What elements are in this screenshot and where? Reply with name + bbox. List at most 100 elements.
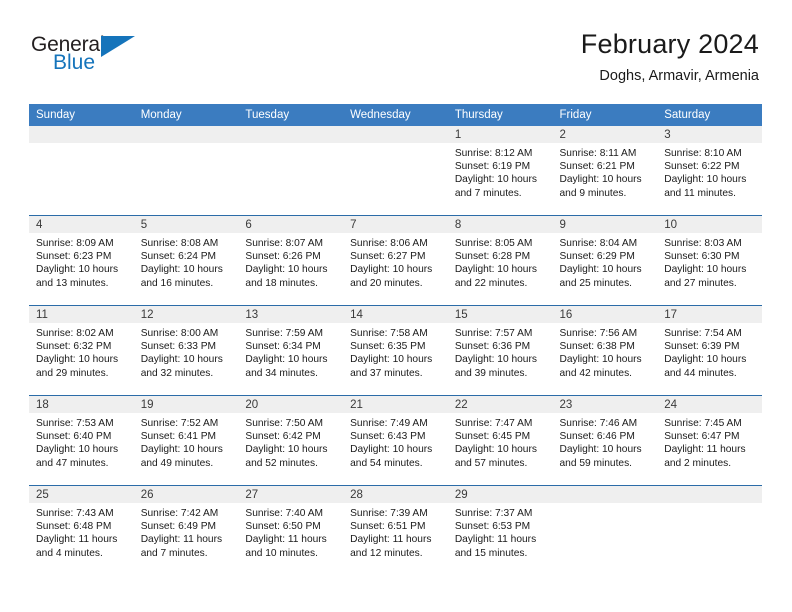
weekday-header-friday: Friday — [552, 104, 658, 126]
sunset-text: Sunset: 6:29 PM — [559, 251, 635, 263]
day-details: Sunrise: 7:40 AM Sunset: 6:50 PM Daylight:… — [238, 503, 343, 560]
calendar-cell[interactable] — [133, 126, 239, 216]
brand-logo[interactable]: General Blue — [31, 34, 151, 82]
day-number: 7 — [343, 216, 448, 233]
daylight-text-line1: Daylight: 10 hours — [454, 354, 537, 366]
sunrise-text: Sunrise: 7:40 AM — [245, 508, 323, 519]
triangle-logo-icon — [101, 36, 135, 57]
calendar-cell[interactable]: 10 Sunrise: 8:03 AM Sunset: 6:30 PM Dayligh… — [657, 215, 762, 306]
weekday-header-monday: Monday — [133, 104, 239, 126]
calendar-cell[interactable]: 25 Sunrise: 7:43 AM Sunset: 6:48 PM Dayligh… — [29, 485, 134, 575]
sunrise-text: Sunrise: 7:52 AM — [140, 418, 219, 429]
calendar-cell[interactable]: 14 Sunrise: 7:58 AM Sunset: 6:35 PM Dayligh… — [343, 305, 448, 396]
calendar-cell[interactable]: 1 Sunrise: 8:12 AM Sunset: 6:19 PM Daylight… — [447, 126, 553, 216]
calendar-cell[interactable]: 20 Sunrise: 7:50 AM Sunset: 6:42 PM Dayligh… — [238, 395, 344, 486]
calendar-cell[interactable]: 5 Sunrise: 8:08 AM Sunset: 6:24 PM Daylight… — [133, 215, 239, 306]
sunset-text: Sunset: 6:21 PM — [559, 161, 635, 173]
calendar-cell[interactable]: 7 Sunrise: 8:06 AM Sunset: 6:27 PM Daylight… — [343, 215, 448, 306]
sunset-text: Sunset: 6:42 PM — [245, 431, 321, 443]
daylight-text-line2: and 42 minutes. — [559, 367, 633, 379]
calendar-cell[interactable]: 16 Sunrise: 7:56 AM Sunset: 6:38 PM Dayligh… — [552, 305, 658, 396]
calendar-cell[interactable]: 17 Sunrise: 7:54 AM Sunset: 6:39 PM Dayligh… — [657, 305, 762, 396]
daylight-text-line1: Daylight: 10 hours — [36, 264, 119, 276]
calendar-page: General Blue February 2024 Doghs, Armavi… — [0, 0, 792, 612]
sunrise-sunset-calendar: Sunday Monday Tuesday Wednesday Thursday… — [29, 104, 762, 575]
daylight-text-line2: and 15 minutes. — [454, 547, 528, 559]
sunrise-text: Sunrise: 7:57 AM — [454, 328, 533, 339]
day-number: 22 — [447, 396, 553, 413]
calendar-cell[interactable] — [29, 126, 134, 216]
daylight-text-line2: and 52 minutes. — [245, 457, 318, 469]
calendar-cell[interactable]: 15 Sunrise: 7:57 AM Sunset: 6:36 PM Dayligh… — [447, 305, 553, 396]
calendar-cell[interactable]: 3 Sunrise: 8:10 AM Sunset: 6:22 PM Daylight… — [657, 126, 762, 216]
calendar-body: 1 Sunrise: 8:12 AM Sunset: 6:19 PM Daylight… — [29, 126, 762, 575]
calendar-cell[interactable]: 8 Sunrise: 8:05 AM Sunset: 6:28 PM Daylight… — [447, 215, 553, 306]
calendar-cell[interactable] — [657, 485, 762, 575]
calendar-cell[interactable] — [343, 126, 448, 216]
calendar-cell[interactable]: 12 Sunrise: 8:00 AM Sunset: 6:33 PM Dayligh… — [133, 305, 239, 396]
daylight-text-line2: and 37 minutes. — [350, 367, 423, 379]
day-number: 4 — [29, 216, 134, 233]
calendar-cell[interactable]: 19 Sunrise: 7:52 AM Sunset: 6:41 PM Dayligh… — [133, 395, 239, 486]
sunset-text: Sunset: 6:27 PM — [350, 251, 426, 263]
calendar-cell[interactable]: 27 Sunrise: 7:40 AM Sunset: 6:50 PM Dayligh… — [238, 485, 344, 575]
calendar-cell[interactable]: 6 Sunrise: 8:07 AM Sunset: 6:26 PM Daylight… — [238, 215, 344, 306]
daylight-text-line1: Daylight: 10 hours — [664, 174, 747, 186]
daylight-text-line1: Daylight: 10 hours — [454, 264, 537, 276]
calendar-cell[interactable] — [552, 485, 658, 575]
sunset-text: Sunset: 6:34 PM — [245, 341, 321, 353]
daylight-text-line2: and 59 minutes. — [559, 457, 633, 469]
sunrise-text: Sunrise: 7:46 AM — [559, 418, 638, 429]
calendar-cell[interactable]: 26 Sunrise: 7:42 AM Sunset: 6:49 PM Dayligh… — [133, 485, 239, 575]
calendar-cell[interactable]: 23 Sunrise: 7:46 AM Sunset: 6:46 PM Dayligh… — [552, 395, 658, 486]
daylight-text-line1: Daylight: 10 hours — [350, 444, 433, 456]
daylight-text-line2: and 7 minutes. — [140, 547, 208, 559]
daylight-text-line1: Daylight: 10 hours — [454, 444, 537, 456]
calendar-cell[interactable]: 24 Sunrise: 7:45 AM Sunset: 6:47 PM Dayligh… — [657, 395, 762, 486]
daylight-text-line2: and 49 minutes. — [140, 457, 214, 469]
page-title: February 2024 — [580, 29, 759, 59]
daylight-text-line1: Daylight: 10 hours — [140, 264, 223, 276]
day-number: 25 — [29, 486, 134, 503]
sunset-text: Sunset: 6:19 PM — [454, 161, 531, 173]
day-details: Sunrise: 7:52 AM Sunset: 6:41 PM Daylight:… — [134, 413, 239, 470]
daylight-text-line1: Daylight: 10 hours — [36, 354, 119, 366]
daylight-text-line2: and 57 minutes. — [454, 457, 528, 469]
day-details: Sunrise: 7:50 AM Sunset: 6:42 PM Daylight:… — [238, 413, 343, 470]
calendar-cell[interactable]: 4 Sunrise: 8:09 AM Sunset: 6:23 PM Daylight… — [29, 215, 134, 306]
daylight-text-line1: Daylight: 11 hours — [454, 534, 537, 546]
calendar-cell[interactable]: 18 Sunrise: 7:53 AM Sunset: 6:40 PM Dayligh… — [29, 395, 134, 486]
day-number — [343, 126, 448, 143]
sunrise-text: Sunrise: 7:58 AM — [350, 328, 428, 339]
day-details: Sunrise: 7:42 AM Sunset: 6:49 PM Daylight:… — [134, 503, 239, 560]
sunrise-text: Sunrise: 7:47 AM — [454, 418, 533, 429]
day-number: 12 — [133, 306, 239, 323]
calendar-cell[interactable] — [238, 126, 344, 216]
calendar-cell[interactable]: 22 Sunrise: 7:47 AM Sunset: 6:45 PM Dayligh… — [447, 395, 553, 486]
sunset-text: Sunset: 6:24 PM — [140, 251, 217, 263]
calendar-cell[interactable]: 11 Sunrise: 8:02 AM Sunset: 6:32 PM Dayligh… — [29, 305, 134, 396]
day-details: Sunrise: 8:09 AM Sunset: 6:23 PM Daylight:… — [29, 233, 134, 290]
calendar-cell[interactable]: 9 Sunrise: 8:04 AM Sunset: 6:29 PM Daylight… — [552, 215, 658, 306]
weekday-header-wednesday: Wednesday — [343, 104, 448, 126]
sunrise-text: Sunrise: 8:08 AM — [140, 238, 219, 249]
sunrise-text: Sunrise: 7:39 AM — [350, 508, 428, 519]
calendar-cell[interactable]: 29 Sunrise: 7:37 AM Sunset: 6:53 PM Dayligh… — [447, 485, 553, 575]
calendar-cell[interactable]: 21 Sunrise: 7:49 AM Sunset: 6:43 PM Dayligh… — [343, 395, 448, 486]
sunrise-text: Sunrise: 8:10 AM — [664, 148, 742, 159]
day-number: 17 — [657, 306, 762, 323]
daylight-text-line1: Daylight: 10 hours — [350, 264, 433, 276]
daylight-text-line1: Daylight: 11 hours — [245, 534, 327, 546]
day-number — [552, 486, 658, 503]
sunset-text: Sunset: 6:40 PM — [36, 431, 112, 443]
sunset-text: Sunset: 6:32 PM — [36, 341, 112, 353]
daylight-text-line2: and 54 minutes. — [350, 457, 423, 469]
daylight-text-line1: Daylight: 10 hours — [350, 354, 433, 366]
calendar-cell[interactable]: 13 Sunrise: 7:59 AM Sunset: 6:34 PM Dayligh… — [238, 305, 344, 396]
sunset-text: Sunset: 6:51 PM — [350, 521, 426, 533]
day-details — [134, 143, 239, 147]
weekday-header-sunday: Sunday — [29, 104, 134, 126]
calendar-cell[interactable]: 28 Sunrise: 7:39 AM Sunset: 6:51 PM Dayligh… — [343, 485, 448, 575]
daylight-text-line2: and 27 minutes. — [664, 277, 737, 289]
calendar-cell[interactable]: 2 Sunrise: 8:11 AM Sunset: 6:21 PM Daylight… — [552, 126, 658, 216]
